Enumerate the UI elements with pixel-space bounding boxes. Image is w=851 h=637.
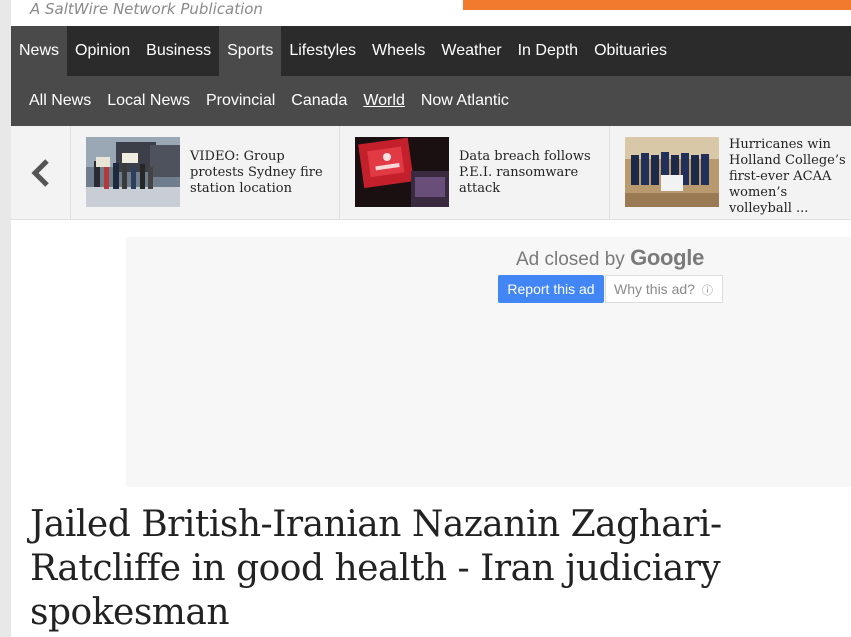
carousel-story[interactable]: VIDEO: Group protests Sydney fire statio… xyxy=(71,126,340,220)
nav-item-lifestyles[interactable]: Lifestyles xyxy=(281,26,364,76)
top-banner[interactable] xyxy=(463,0,851,10)
chevron-left-icon xyxy=(30,159,49,187)
nav-item-news[interactable]: News xyxy=(11,26,68,76)
report-ad-button[interactable]: Report this ad xyxy=(498,275,604,303)
story-headline[interactable]: VIDEO: Group protests Sydney fire statio… xyxy=(190,149,340,197)
sub-nav-all-news[interactable]: All News xyxy=(21,92,99,110)
story-carousel: VIDEO: Group protests Sydney fire statio… xyxy=(11,126,851,220)
main-nav: News Opinion Business Sports Lifestyles … xyxy=(11,26,851,76)
nav-item-obituaries[interactable]: Obituaries xyxy=(586,26,675,76)
article-title: Jailed British-Iranian Nazanin Zaghari-R… xyxy=(30,504,722,633)
carousel-story[interactable]: Data breach follows P.E.I. ransomware at… xyxy=(340,126,610,220)
sub-nav: All News Local News Provincial Canada Wo… xyxy=(11,76,851,126)
sub-nav-provincial[interactable]: Provincial xyxy=(198,92,283,110)
info-icon: ⓘ xyxy=(701,285,713,297)
story-thumbnail[interactable] xyxy=(355,137,449,207)
page-left-gutter xyxy=(0,0,11,637)
sub-nav-canada[interactable]: Canada xyxy=(283,92,355,110)
nav-item-business[interactable]: Business xyxy=(138,26,219,76)
story-headline[interactable]: Data breach follows P.E.I. ransomware at… xyxy=(459,149,609,197)
carousel-story[interactable]: Hurricanes win Holland College’s first-e… xyxy=(610,126,851,220)
nav-item-opinion[interactable]: Opinion xyxy=(67,26,138,76)
story-headline[interactable]: Hurricanes win Holland College’s first-e… xyxy=(729,137,851,215)
story-thumbnail[interactable] xyxy=(86,137,180,207)
nav-item-wheels[interactable]: Wheels xyxy=(364,26,433,76)
google-logo: Google xyxy=(630,245,705,270)
ad-closed-text: Ad closed by xyxy=(516,249,625,270)
story-thumbnail[interactable] xyxy=(625,137,719,207)
sub-nav-now-atlantic[interactable]: Now Atlantic xyxy=(413,92,517,110)
ad-closed-notice: Ad closed by Google xyxy=(516,245,704,271)
nav-item-sports[interactable]: Sports xyxy=(219,26,282,76)
carousel-prev-button[interactable] xyxy=(11,126,71,220)
ad-slot: Ad closed by Google Report this ad Why t… xyxy=(126,237,851,487)
nav-item-in-depth[interactable]: In Depth xyxy=(510,26,586,76)
publication-tagline: A SaltWire Network Publication xyxy=(30,0,263,18)
why-this-ad-label: Why this ad? xyxy=(614,281,695,297)
nav-item-weather[interactable]: Weather xyxy=(433,26,509,76)
sub-nav-world[interactable]: World xyxy=(355,92,413,110)
sub-nav-local-news[interactable]: Local News xyxy=(99,92,198,110)
why-this-ad-button[interactable]: Why this ad? ⓘ xyxy=(605,275,723,303)
